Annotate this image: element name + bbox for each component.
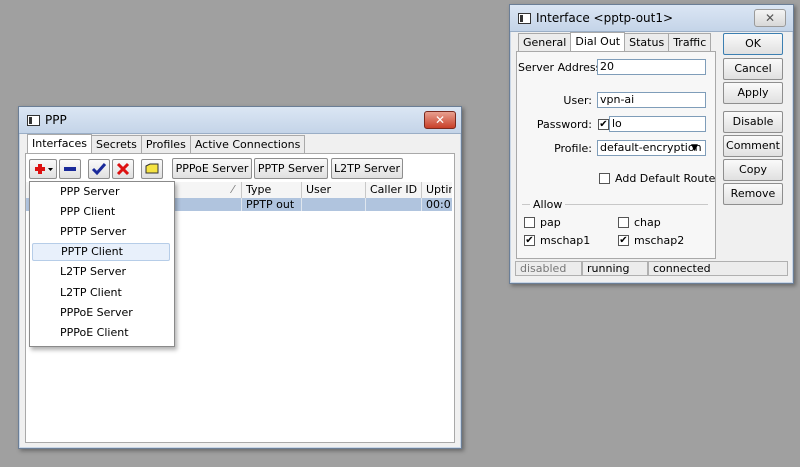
tab-profiles[interactable]: Profiles	[140, 135, 191, 155]
menu-item-pptp-server[interactable]: PPTP Server	[32, 223, 170, 241]
menu-item-l2tp-server[interactable]: L2TP Server	[32, 263, 170, 281]
tab-active-connections[interactable]: Active Connections	[189, 135, 306, 155]
pap-checkbox[interactable]	[524, 217, 535, 228]
column-type[interactable]: Type	[242, 182, 302, 198]
add-default-route-label: Add Default Route	[615, 172, 716, 185]
x-icon	[116, 162, 130, 176]
column-caller-id[interactable]: Caller ID	[366, 182, 422, 198]
sort-indicator-icon: ⁄	[232, 183, 234, 196]
menu-item-pppoe-client[interactable]: PPPoE Client	[32, 324, 170, 342]
password-input[interactable]: lo	[609, 116, 706, 132]
tab-traffic[interactable]: Traffic	[668, 33, 712, 53]
tab-general[interactable]: General	[518, 33, 572, 53]
tab-dial-out[interactable]: Dial Out	[570, 32, 626, 52]
password-label: Password:	[536, 118, 592, 131]
server-address-input[interactable]: 20	[597, 59, 706, 75]
mschap2-label: mschap2	[634, 234, 685, 247]
mschap1-label: mschap1	[540, 234, 591, 247]
interface-close-button[interactable]: ✕	[754, 9, 786, 27]
column-uptime[interactable]: Uptime	[422, 182, 452, 198]
window-icon	[518, 13, 531, 24]
password-show-checkbox[interactable]: ✔	[598, 119, 609, 130]
tab-status[interactable]: Status	[624, 33, 670, 53]
chap-checkbox[interactable]	[618, 217, 629, 228]
menu-item-pppoe-server[interactable]: PPPoE Server	[32, 304, 170, 322]
comment-icon	[145, 163, 159, 174]
cancel-button[interactable]: Cancel	[723, 58, 783, 80]
add-icon	[35, 164, 53, 174]
ppp-close-button[interactable]: ✕	[424, 111, 456, 129]
status-disabled: disabled	[515, 261, 582, 276]
cell-caller-id	[366, 198, 422, 211]
menu-item-pptp-client[interactable]: PPTP Client	[32, 243, 170, 261]
ok-button[interactable]: OK	[723, 33, 783, 55]
comment-button[interactable]	[141, 159, 163, 179]
interface-title: Interface <pptp-out1>	[536, 11, 674, 25]
copy-button[interactable]: Copy	[723, 159, 783, 181]
cell-user	[302, 198, 366, 211]
comment-button[interactable]: Comment	[723, 135, 783, 157]
pptp-server-button[interactable]: PPTP Server	[254, 158, 328, 179]
status-running: running	[582, 261, 648, 276]
remove-icon	[64, 167, 76, 171]
interface-titlebar[interactable]: Interface <pptp-out1> ✕	[510, 5, 793, 32]
pap-label: pap	[540, 216, 561, 229]
profile-label: Profile:	[554, 142, 592, 155]
ppp-tabs: Interfaces Secrets Profiles Active Conne…	[27, 134, 306, 155]
mschap1-checkbox[interactable]: ✔	[524, 235, 535, 246]
pppoe-server-button[interactable]: PPPoE Server	[172, 158, 252, 179]
remove-button[interactable]: Remove	[723, 183, 783, 205]
disable-button[interactable]	[112, 159, 134, 179]
add-dropdown-menu: PPP Server PPP Client PPTP Server PPTP C…	[29, 181, 175, 347]
mschap2-checkbox[interactable]: ✔	[618, 235, 629, 246]
allow-label: Allow	[530, 198, 566, 211]
enable-button[interactable]	[88, 159, 110, 179]
menu-item-ppp-client[interactable]: PPP Client	[32, 203, 170, 221]
l2tp-server-button[interactable]: L2TP Server	[331, 158, 403, 179]
check-icon	[91, 163, 107, 176]
menu-item-l2tp-client[interactable]: L2TP Client	[32, 284, 170, 302]
tab-interfaces[interactable]: Interfaces	[27, 134, 92, 154]
remove-button[interactable]	[59, 159, 81, 179]
ppp-title: PPP	[45, 113, 67, 127]
server-address-label: Server Address:	[518, 61, 606, 74]
status-connected: connected	[648, 261, 788, 276]
column-user[interactable]: User	[302, 182, 366, 198]
tab-secrets[interactable]: Secrets	[90, 135, 142, 155]
user-label: User:	[563, 94, 592, 107]
window-icon	[27, 115, 40, 126]
menu-item-ppp-server[interactable]: PPP Server	[32, 183, 170, 201]
cell-uptime: 00:01	[426, 198, 452, 211]
user-input[interactable]: vpn-ai	[597, 92, 706, 108]
profile-select[interactable]: default-encryption	[597, 140, 706, 156]
disable-button[interactable]: Disable	[723, 111, 783, 133]
add-button[interactable]	[29, 159, 57, 179]
ppp-titlebar[interactable]: PPP ✕	[19, 107, 461, 134]
chap-label: chap	[634, 216, 661, 229]
add-default-route-checkbox[interactable]	[599, 173, 610, 184]
chevron-down-icon[interactable]: ▼	[691, 142, 698, 154]
apply-button[interactable]: Apply	[723, 82, 783, 104]
interface-tabs: General Dial Out Status Traffic	[518, 32, 712, 53]
cell-type: PPTP out	[242, 198, 302, 211]
